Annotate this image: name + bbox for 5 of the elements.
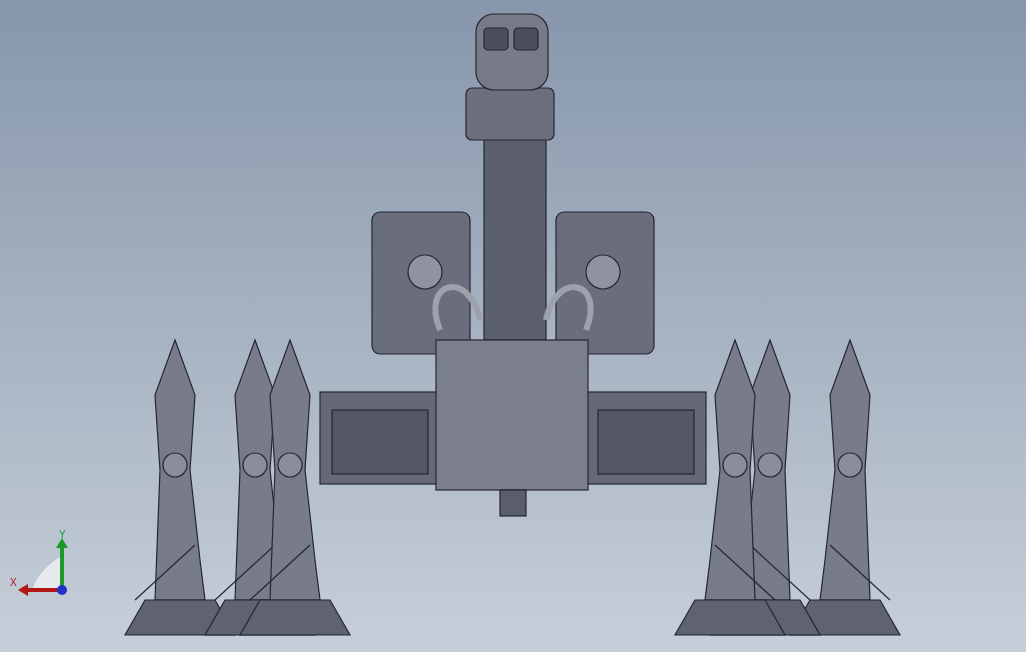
graphics-viewport[interactable]: Y X: [0, 0, 1026, 652]
x-axis-label: X: [10, 577, 17, 588]
y-axis-label: Y: [59, 529, 66, 540]
z-axis-dot-icon: [57, 585, 67, 595]
plane-indicator-icon: [32, 556, 62, 590]
